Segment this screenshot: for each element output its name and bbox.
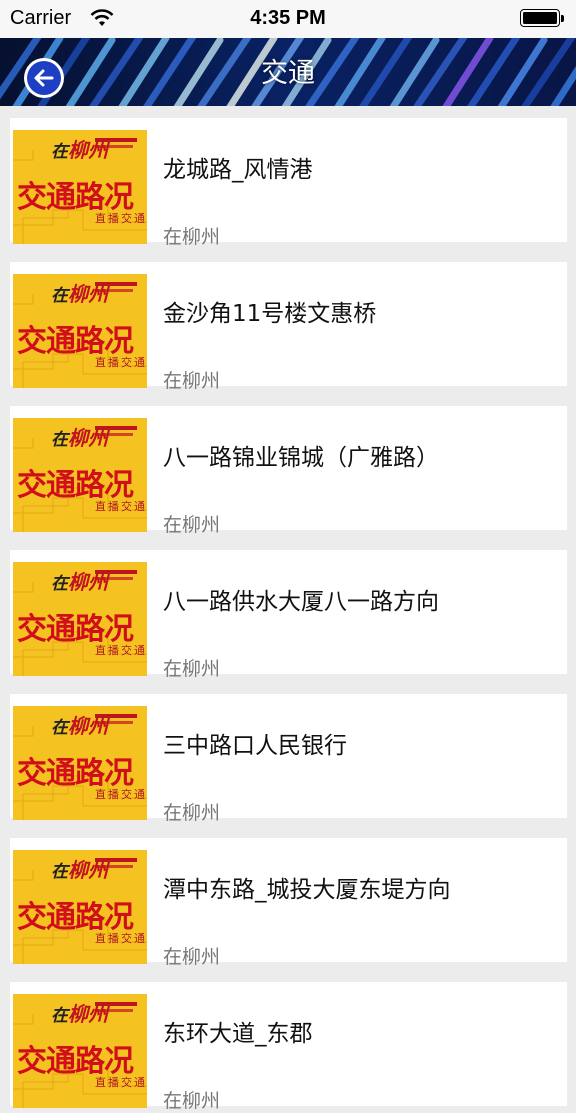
item-source: 在柳州 xyxy=(163,226,221,248)
list-item-1[interactable]: 在柳州 交通路况 直播交通 龙城路_风情港 在柳州 xyxy=(10,118,567,248)
item-source: 在柳州 xyxy=(163,802,221,824)
battery-icon xyxy=(520,9,566,29)
status-bar: Carrier 4:35 PM xyxy=(0,0,576,38)
thumb-subline: 直播交通 xyxy=(95,500,147,513)
item-source: 在柳州 xyxy=(163,946,221,968)
item-title: 八一路锦业锦城（广雅路） xyxy=(163,445,439,471)
traffic-report-thumbnail: 在柳州 交通路况 直播交通 xyxy=(13,274,147,388)
list-item-5[interactable]: 在柳州 交通路况 直播交通 三中路口人民银行 在柳州 xyxy=(10,694,567,824)
traffic-report-thumbnail: 在柳州 交通路况 直播交通 xyxy=(13,994,147,1108)
clock: 4:35 PM xyxy=(250,7,326,29)
traffic-report-thumbnail: 在柳州 交通路况 直播交通 xyxy=(13,130,147,244)
page-title: 交通 xyxy=(261,58,315,89)
thumb-subline: 直播交通 xyxy=(95,356,147,369)
list-item-7[interactable]: 在柳州 交通路况 直播交通 东环大道_东郡 在柳州 xyxy=(10,982,567,1112)
list-item-4[interactable]: 在柳州 交通路况 直播交通 八一路供水大厦八一路方向 在柳州 xyxy=(10,550,567,680)
traffic-report-thumbnail: 在柳州 交通路况 直播交通 xyxy=(13,418,147,532)
item-source: 在柳州 xyxy=(163,370,221,392)
item-title: 龙城路_风情港 xyxy=(163,157,313,183)
thumb-subline: 直播交通 xyxy=(95,932,147,945)
traffic-report-thumbnail: 在柳州 交通路况 直播交通 xyxy=(13,562,147,676)
list-item-6[interactable]: 在柳州 交通路况 直播交通 潭中东路_城投大厦东堤方向 在柳州 xyxy=(10,838,567,968)
item-title: 金沙角11号楼文惠桥 xyxy=(163,301,377,327)
thumb-subline: 直播交通 xyxy=(95,212,147,225)
item-title: 八一路供水大厦八一路方向 xyxy=(163,589,439,615)
thumb-subline: 直播交通 xyxy=(95,644,147,657)
item-source: 在柳州 xyxy=(163,514,221,536)
nav-bar: 交通 xyxy=(0,38,576,106)
item-title: 三中路口人民银行 xyxy=(163,733,347,759)
list-item-2[interactable]: 在柳州 交通路况 直播交通 金沙角11号楼文惠桥 在柳州 xyxy=(10,262,567,392)
thumb-subline: 直播交通 xyxy=(95,1076,147,1089)
item-source: 在柳州 xyxy=(163,1090,221,1112)
traffic-report-thumbnail: 在柳州 交通路况 直播交通 xyxy=(13,706,147,820)
item-source: 在柳州 xyxy=(163,658,221,680)
traffic-report-thumbnail: 在柳州 交通路况 直播交通 xyxy=(13,850,147,964)
list-item-3[interactable]: 在柳州 交通路况 直播交通 八一路锦业锦城（广雅路） 在柳州 xyxy=(10,406,567,536)
thumb-subline: 直播交通 xyxy=(95,788,147,801)
item-title: 潭中东路_城投大厦东堤方向 xyxy=(163,877,451,903)
item-title: 东环大道_东郡 xyxy=(163,1021,313,1047)
